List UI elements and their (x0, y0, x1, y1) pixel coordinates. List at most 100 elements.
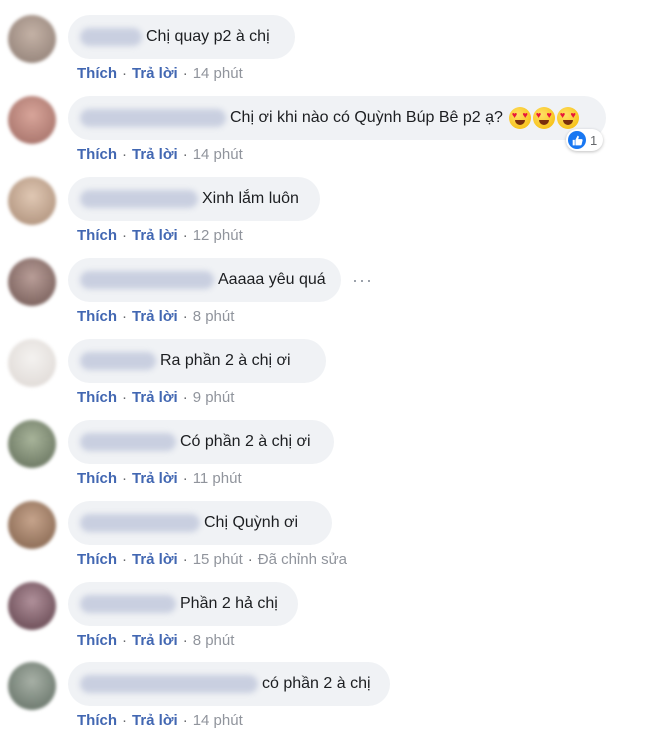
avatar[interactable] (8, 420, 56, 468)
separator-dot: · (182, 146, 188, 163)
comment-text: Xinh lắm luôn (202, 190, 299, 207)
like-link[interactable]: Thích (77, 551, 117, 568)
separator-dot: · (182, 470, 188, 487)
comment-actions: Thích · Trả lời · 9 phút (77, 389, 234, 406)
comment-time[interactable]: 14 phút (193, 712, 243, 729)
avatar[interactable] (8, 662, 56, 710)
comment-bubble: Chị ơi khi nào có Quỳnh Búp Bê p2 ạ? (68, 96, 606, 140)
comment-bubble: có phần 2 à chị (68, 662, 390, 706)
blurred-author-name[interactable] (80, 352, 156, 370)
heart-eyes-emoji (556, 107, 579, 129)
like-link[interactable]: Thích (77, 389, 117, 406)
separator-dot: · (122, 227, 127, 244)
like-link[interactable]: Thích (77, 146, 117, 163)
comment-actions: Thích · Trả lời · 8 phút (77, 632, 234, 649)
reply-link[interactable]: Trả lời (132, 227, 178, 244)
comment-bubble: Phần 2 hả chị (68, 582, 298, 626)
comment-actions: Thích · Trả lời · 14 phút (77, 65, 243, 82)
separator-dot: · (122, 712, 127, 729)
comment-actions: Thích · Trả lời · 15 phút · Đã chỉnh sửa (77, 551, 347, 568)
heart-eyes-emoji (532, 107, 555, 129)
comment-time[interactable]: 11 phút (193, 470, 242, 487)
comment-time[interactable]: 15 phút (193, 551, 243, 568)
comment: Aaaaa yêu quá ··· Thích · Trả lời · 8 phút (0, 258, 660, 339)
avatar[interactable] (8, 258, 56, 306)
like-link[interactable]: Thích (77, 308, 117, 325)
separator-dot: · (182, 65, 188, 82)
like-link[interactable]: Thích (77, 470, 117, 487)
comment-bubble: Chị quay p2 à chị (68, 15, 295, 59)
comment-actions: Thích · Trả lời · 8 phút (77, 308, 234, 325)
comment-text: Chị quay p2 à chị (146, 28, 270, 45)
separator-dot: · (182, 551, 188, 568)
comment-actions: Thích · Trả lời · 14 phút (77, 146, 243, 163)
comment: Chị Quỳnh ơi Thích · Trả lời · 15 phút · Đã ch… (0, 501, 660, 582)
separator-dot: · (122, 632, 127, 649)
like-link[interactable]: Thích (77, 712, 117, 729)
comment: Phần 2 hả chị Thích · Trả lời · 8 phút (0, 582, 660, 663)
comment-time[interactable]: 8 phút (193, 308, 235, 325)
reply-link[interactable]: Trả lời (132, 470, 178, 487)
comment-text: Chị Quỳnh ơi (204, 514, 299, 531)
avatar[interactable] (8, 582, 56, 630)
edited-label[interactable]: Đã chỉnh sửa (258, 551, 347, 568)
comment-time[interactable]: 14 phút (193, 146, 243, 163)
separator-dot: · (182, 389, 188, 406)
reply-link[interactable]: Trả lời (132, 389, 178, 406)
like-link[interactable]: Thích (77, 227, 117, 244)
comment: Xinh lắm luôn Thích · Trả lời · 12 phút (0, 177, 660, 258)
comment-time[interactable]: 14 phút (193, 65, 243, 82)
separator-dot: · (122, 65, 127, 82)
like-link[interactable]: Thích (77, 632, 117, 649)
separator-dot: · (182, 308, 188, 325)
avatar[interactable] (8, 177, 56, 225)
comment: Ra phần 2 à chị ơi Thích · Trả lời · 9 phút (0, 339, 660, 420)
reply-link[interactable]: Trả lời (132, 308, 178, 325)
blurred-author-name[interactable] (80, 109, 226, 127)
like-link[interactable]: Thích (77, 65, 117, 82)
avatar[interactable] (8, 15, 56, 63)
separator-dot: · (122, 389, 127, 406)
blurred-author-name[interactable] (80, 271, 214, 289)
reply-link[interactable]: Trả lời (132, 632, 178, 649)
comment-bubble: Ra phần 2 à chị ơi (68, 339, 326, 383)
separator-dot: · (182, 227, 188, 244)
separator-dot: · (122, 146, 127, 163)
comment-text: Có phần 2 à chị ơi (180, 433, 311, 450)
comment-text: Chị ơi khi nào có Quỳnh Búp Bê p2 ạ? (230, 109, 503, 126)
comment: Có phần 2 à chị ơi Thích · Trả lời · 11 phút (0, 420, 660, 501)
comment-actions: Thích · Trả lời · 12 phút (77, 227, 243, 244)
comment-bubble: Aaaaa yêu quá (68, 258, 341, 302)
reply-link[interactable]: Trả lời (132, 146, 178, 163)
blurred-author-name[interactable] (80, 433, 176, 451)
blurred-author-name[interactable] (80, 190, 198, 208)
separator-dot: · (122, 470, 127, 487)
emoji-group (508, 107, 579, 129)
comment-time[interactable]: 8 phút (193, 632, 235, 649)
comment-text: Ra phần 2 à chị ơi (160, 352, 291, 369)
blurred-author-name[interactable] (80, 514, 200, 532)
comment-time[interactable]: 9 phút (193, 389, 235, 406)
comment-actions: Thích · Trả lời · 14 phút (77, 712, 243, 729)
reply-link[interactable]: Trả lời (132, 712, 178, 729)
comment-bubble: Chị Quỳnh ơi (68, 501, 332, 545)
comment-time[interactable]: 12 phút (193, 227, 243, 244)
comment: Chị ơi khi nào có Quỳnh Búp Bê p2 ạ? 1 T… (0, 96, 660, 177)
avatar[interactable] (8, 96, 56, 144)
reaction-summary[interactable]: 1 (566, 129, 604, 151)
separator-dot: · (182, 712, 188, 729)
reply-link[interactable]: Trả lời (132, 551, 178, 568)
more-options-icon[interactable]: ··· (352, 271, 373, 289)
comment: có phần 2 à chị Thích · Trả lời · 14 phút (0, 662, 660, 743)
blurred-author-name[interactable] (80, 675, 258, 693)
comment-text: có phần 2 à chị (262, 675, 371, 692)
comment-bubble: Xinh lắm luôn (68, 177, 320, 221)
thumbs-up-icon (568, 131, 586, 149)
comment-bubble: Có phần 2 à chị ơi (68, 420, 334, 464)
reply-link[interactable]: Trả lời (132, 65, 178, 82)
comment-text: Phần 2 hả chị (180, 595, 278, 612)
avatar[interactable] (8, 501, 56, 549)
blurred-author-name[interactable] (80, 28, 142, 46)
avatar[interactable] (8, 339, 56, 387)
blurred-author-name[interactable] (80, 595, 176, 613)
